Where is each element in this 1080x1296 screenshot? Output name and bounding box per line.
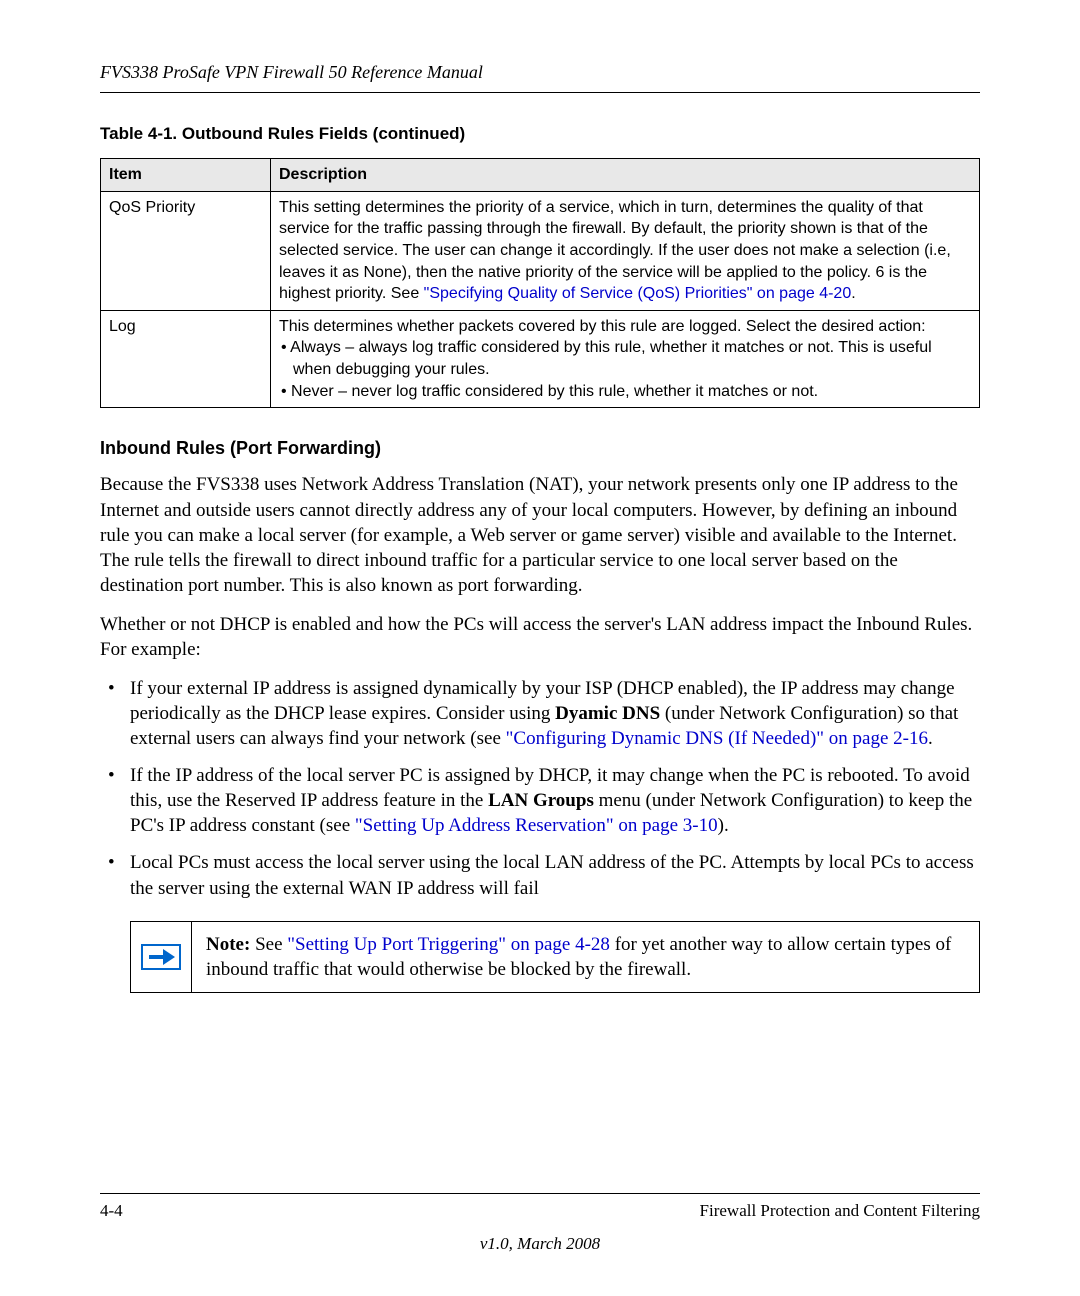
row-item: QoS Priority xyxy=(101,191,271,310)
desc-text-after: . xyxy=(851,285,855,302)
table-header-description: Description xyxy=(271,159,980,192)
note-icon-cell xyxy=(130,921,192,993)
note-label: Note: xyxy=(206,934,255,955)
row-description: This determines whether packets covered … xyxy=(271,310,980,407)
list-item: If the IP address of the local server PC… xyxy=(100,763,980,838)
table-row: QoS Priority This setting determines the… xyxy=(101,191,980,310)
body-paragraph: Because the FVS338 uses Network Address … xyxy=(100,472,980,597)
address-reservation-link[interactable]: "Setting Up Address Reservation" on page… xyxy=(355,815,718,836)
section-heading: Inbound Rules (Port Forwarding) xyxy=(100,436,980,460)
outbound-rules-table: Item Description QoS Priority This setti… xyxy=(100,158,980,408)
table-row: Log This determines whether packets cove… xyxy=(101,310,980,407)
arrow-right-icon xyxy=(141,944,181,970)
desc-bullet: Always – always log traffic considered b… xyxy=(279,337,971,380)
port-triggering-link[interactable]: "Setting Up Port Triggering" on page 4-2… xyxy=(287,934,610,955)
page-footer: 4-4 Firewall Protection and Content Filt… xyxy=(100,1193,980,1256)
table-caption: Table 4-1. Outbound Rules Fields (contin… xyxy=(100,123,980,146)
footer-chapter: Firewall Protection and Content Filterin… xyxy=(700,1200,980,1223)
body-paragraph: Whether or not DHCP is enabled and how t… xyxy=(100,612,980,662)
note-pre: See xyxy=(255,934,287,955)
list-item: If your external IP address is assigned … xyxy=(100,676,980,751)
qos-priorities-link[interactable]: "Specifying Quality of Service (QoS) Pri… xyxy=(424,285,852,302)
footer-page-number: 4-4 xyxy=(100,1200,123,1223)
footer-version: v1.0, March 2008 xyxy=(100,1233,980,1256)
bold-text: Dyamic DNS xyxy=(555,703,660,724)
note-box: Note: See "Setting Up Port Triggering" o… xyxy=(130,921,980,993)
list-text: Local PCs must access the local server u… xyxy=(130,852,974,898)
list-text: . xyxy=(928,728,933,749)
desc-intro: This determines whether packets covered … xyxy=(279,316,971,338)
list-text: ). xyxy=(718,815,729,836)
body-bullet-list: If your external IP address is assigned … xyxy=(100,676,980,901)
list-item: Local PCs must access the local server u… xyxy=(100,850,980,900)
dynamic-dns-link[interactable]: "Configuring Dynamic DNS (If Needed)" on… xyxy=(506,728,928,749)
header-title: FVS338 ProSafe VPN Firewall 50 Reference… xyxy=(100,62,483,82)
table-header-item: Item xyxy=(101,159,271,192)
row-item: Log xyxy=(101,310,271,407)
bold-text: LAN Groups xyxy=(488,790,594,811)
note-text: Note: See "Setting Up Port Triggering" o… xyxy=(192,921,980,993)
desc-bullet: Never – never log traffic considered by … xyxy=(279,381,971,403)
page-header: FVS338 ProSafe VPN Firewall 50 Reference… xyxy=(100,60,980,93)
row-description: This setting determines the priority of … xyxy=(271,191,980,310)
